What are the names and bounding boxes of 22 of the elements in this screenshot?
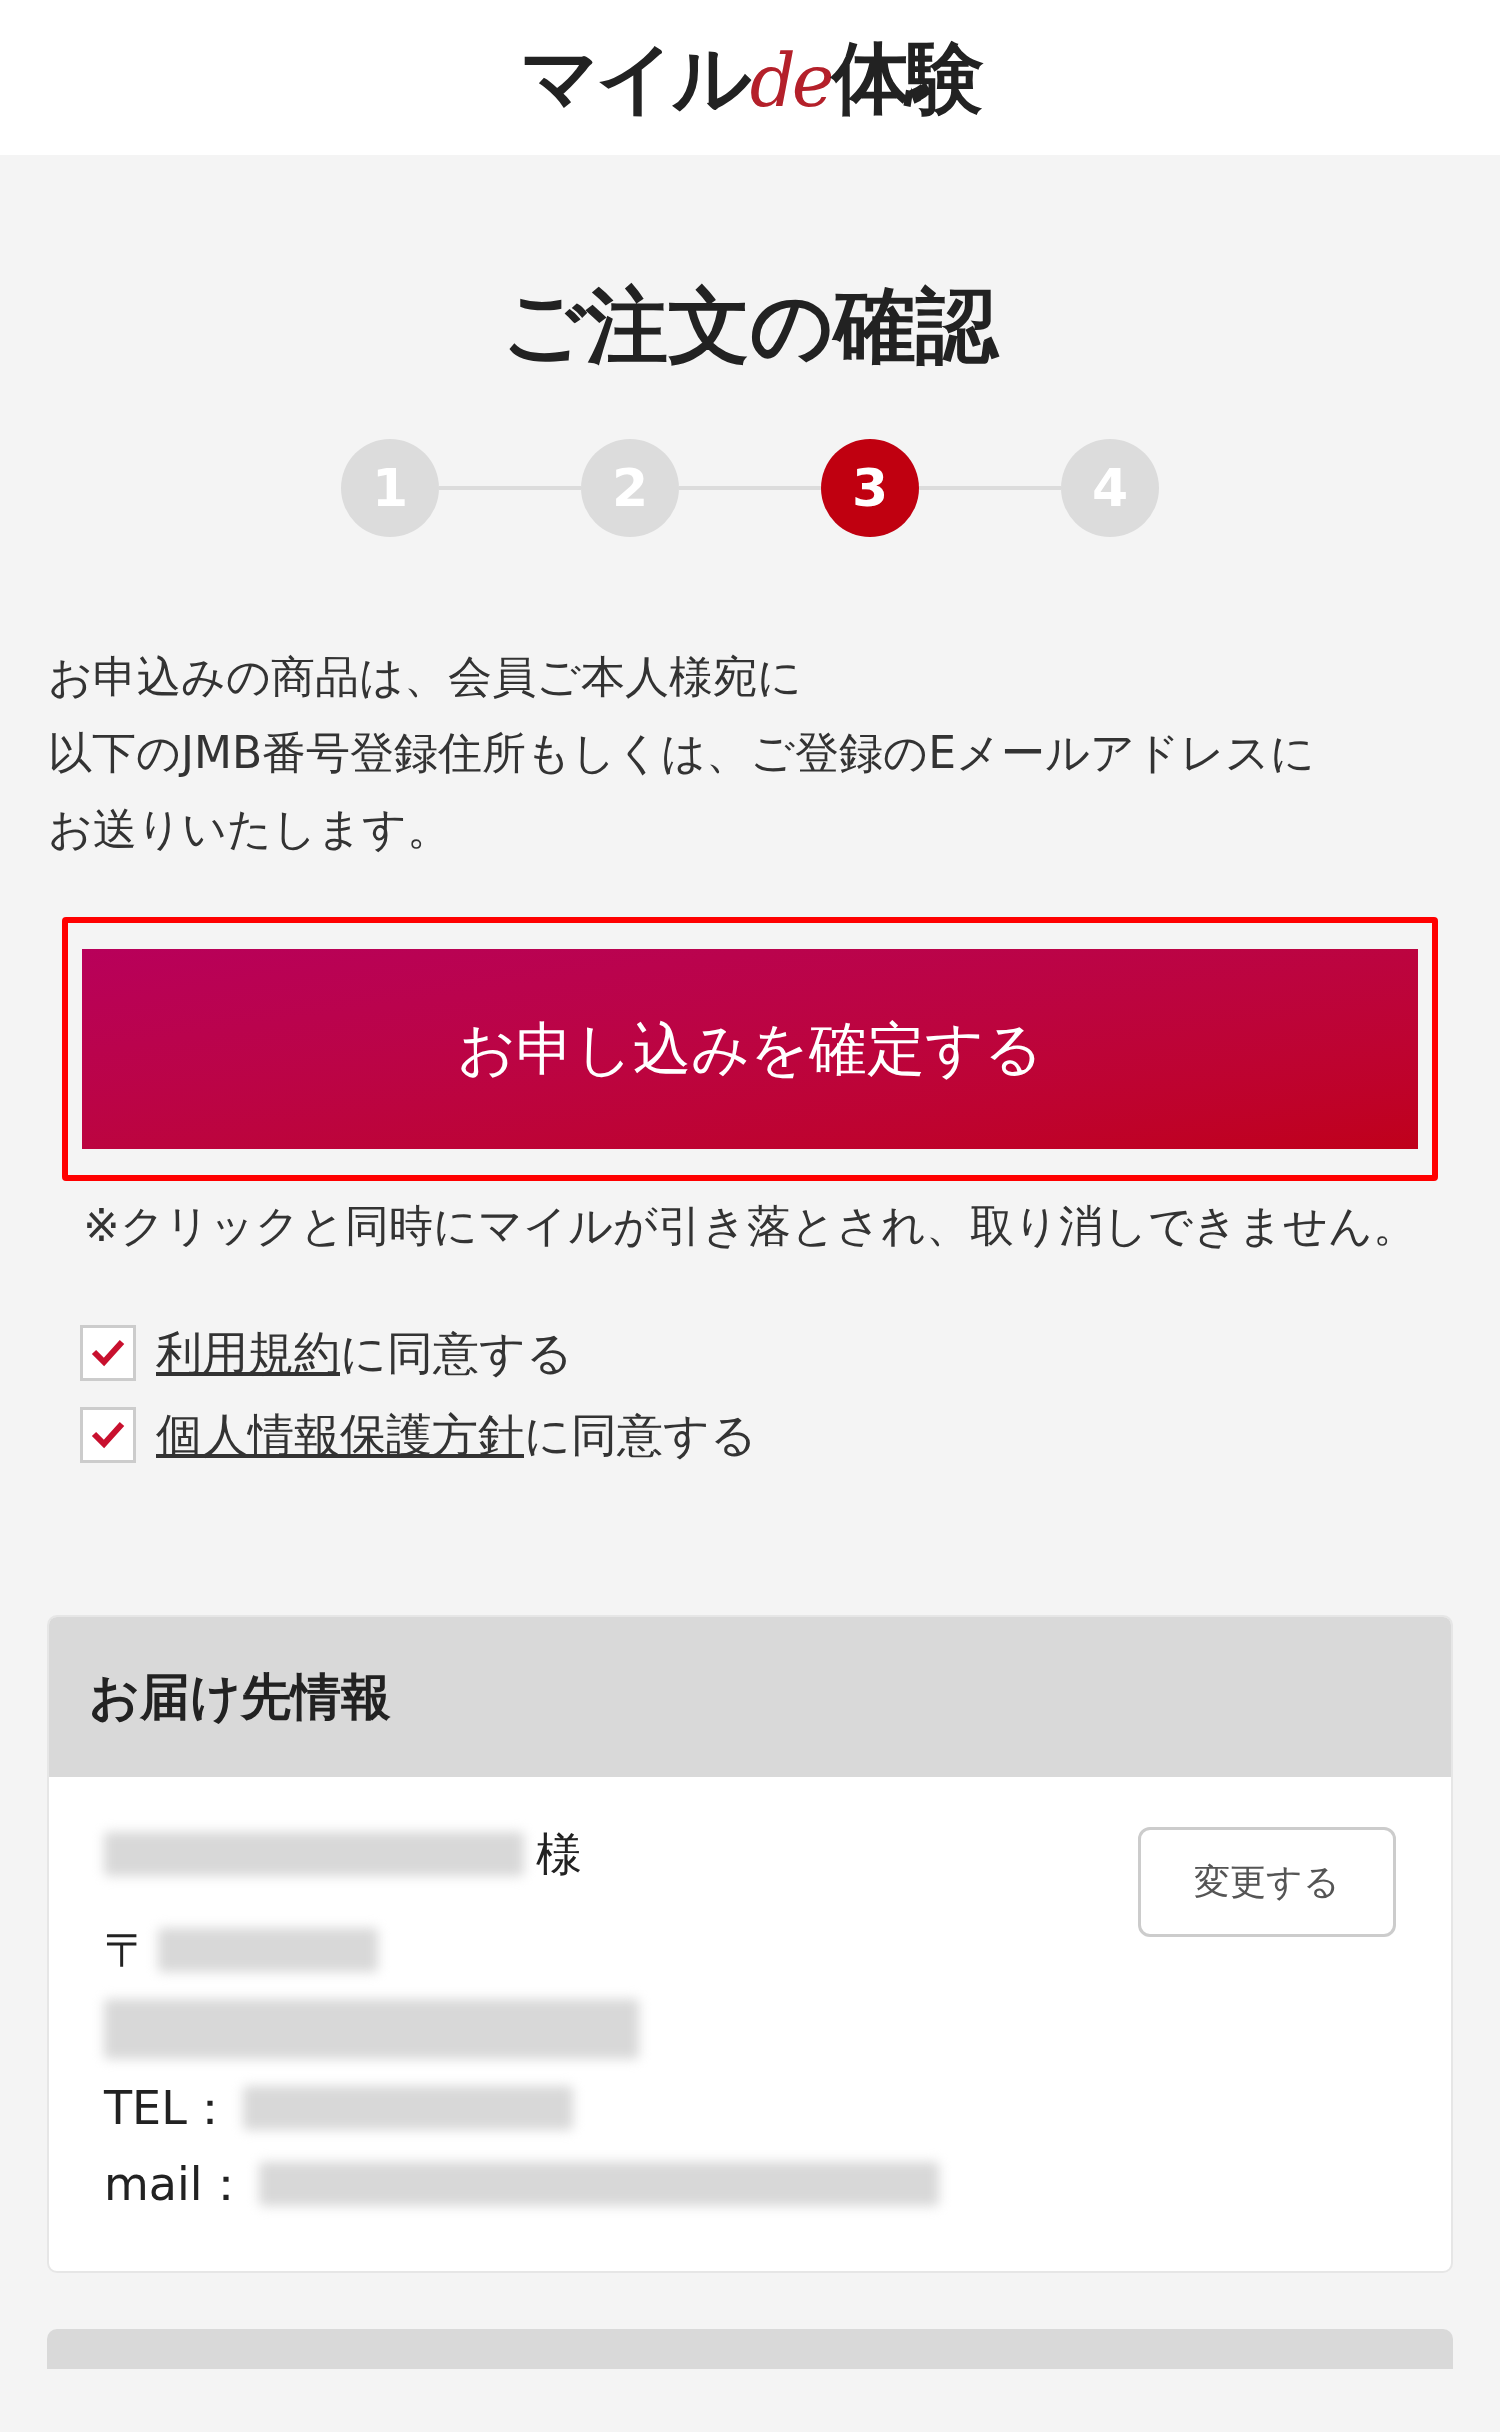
notice-text: お申込みの商品は、会員ご本人様宛に bbox=[48, 650, 803, 704]
tel-label: TEL： bbox=[104, 2081, 233, 2135]
agreement-link[interactable]: 利用規約 bbox=[156, 1326, 340, 1380]
confirm-order-button[interactable]: お申し込みを確定する bbox=[82, 949, 1418, 1149]
agreement-label: 利用規約に同意する bbox=[156, 1325, 573, 1382]
change-button[interactable]: 変更する bbox=[1138, 1827, 1396, 1937]
mail-label: mail： bbox=[104, 2157, 249, 2211]
logo[interactable]: マイルde体験 bbox=[519, 38, 981, 117]
agreement-link[interactable]: 個人情報保護方針 bbox=[156, 1408, 524, 1462]
notice-text: お送りいたします。 bbox=[48, 802, 452, 856]
warning-text: ※クリックと同時にマイルが引き落とされ、取り消しできません。 bbox=[82, 1199, 1418, 1253]
postal-mark: 〒 bbox=[104, 1923, 150, 1977]
checkbox[interactable] bbox=[80, 1325, 136, 1381]
checkbox[interactable] bbox=[80, 1407, 136, 1463]
page-title: ご注文の確認 bbox=[501, 285, 1001, 367]
section-heading: お届け先情報 bbox=[89, 1666, 391, 1728]
checkmark-icon bbox=[90, 1338, 126, 1368]
honorific-text: 様 bbox=[536, 1827, 582, 1881]
notice-text: 以下のJMB番号登録住所もしくは、ご登録のEメールアドレスに bbox=[48, 726, 1316, 780]
step-indicator: 3 bbox=[821, 439, 919, 537]
agreement-label: 個人情報保護方針に同意する bbox=[156, 1407, 757, 1464]
checkmark-icon bbox=[90, 1420, 126, 1450]
